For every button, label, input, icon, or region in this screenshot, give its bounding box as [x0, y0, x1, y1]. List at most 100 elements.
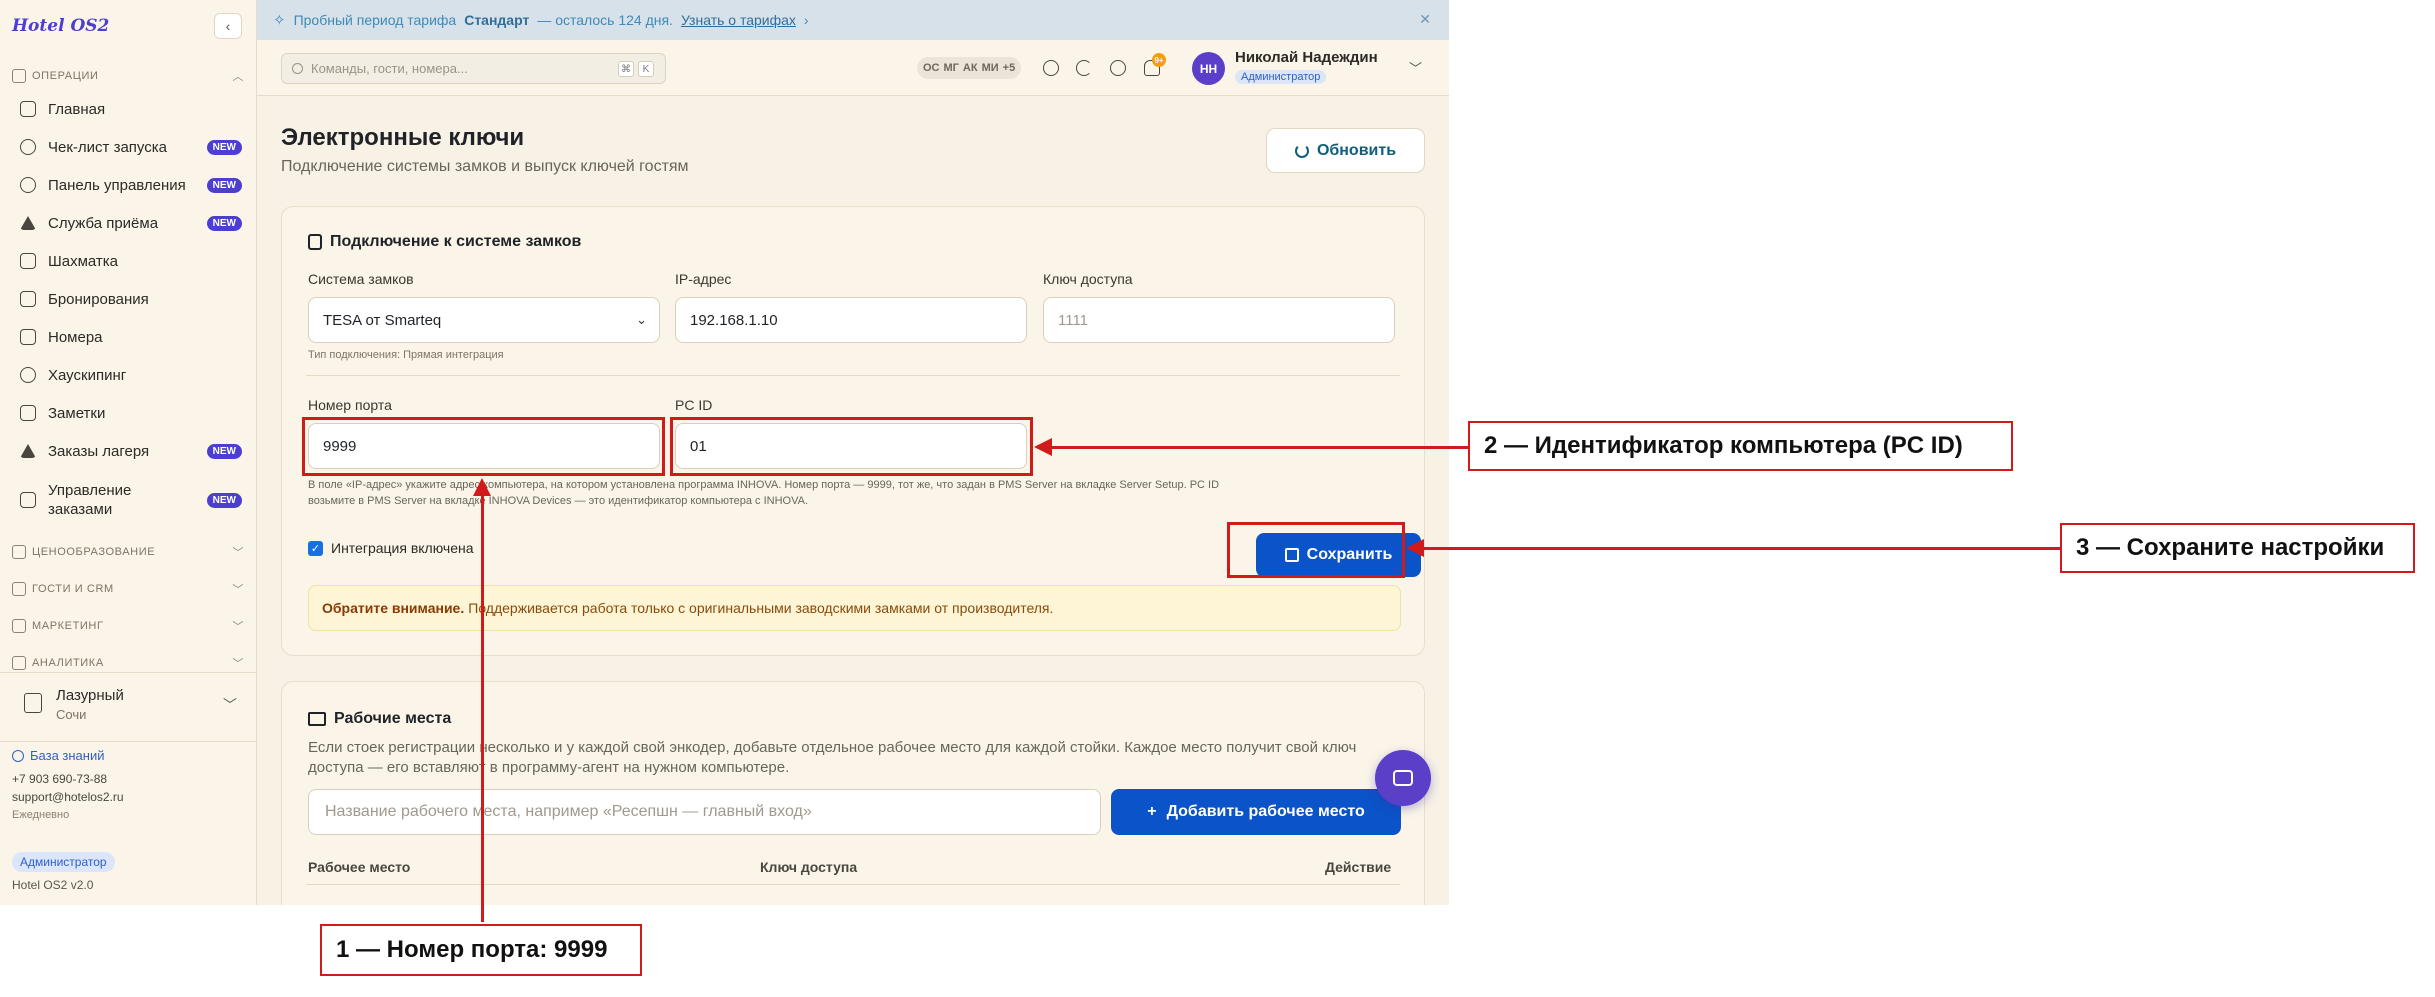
- users-icon: [12, 582, 26, 596]
- support-email[interactable]: support@hotelos2.ru: [12, 790, 124, 804]
- app-version: Hotel OS2 v2.0: [12, 878, 94, 892]
- integration-label: Интеграция включена: [331, 540, 474, 556]
- chevron-down-icon: ﹀: [232, 547, 244, 559]
- support-phone[interactable]: +7 903 690-73-88: [12, 772, 107, 786]
- arrow-3-head: [1406, 539, 1424, 557]
- hotel-switcher[interactable]: Лазурный Сочи ﹀: [0, 672, 257, 742]
- section-analytics[interactable]: АНАЛИТИКА ﹀: [12, 656, 244, 670]
- lock-system-select[interactable]: TESA от Smarteq ⌄: [308, 297, 660, 343]
- close-banner-icon[interactable]: ✕: [1419, 11, 1431, 28]
- user-role-badge: Администратор: [1235, 70, 1327, 84]
- chevron-down-icon: ﹀: [232, 584, 244, 596]
- section-label: ОПЕРАЦИИ: [32, 70, 99, 82]
- sidebar-item-housekeeping[interactable]: Хаускипинг: [20, 360, 242, 390]
- grid-icon: [20, 101, 36, 117]
- plus-icon: +: [1147, 803, 1157, 820]
- chevron-down-icon: ﹀: [232, 658, 244, 670]
- command-search[interactable]: Команды, гости, номера... ⌘ K: [281, 53, 666, 84]
- sidebar-item-chessboard[interactable]: Шахматка: [20, 246, 242, 276]
- chat-button[interactable]: [1375, 750, 1431, 806]
- search-placeholder: Команды, гости, номера...: [311, 61, 468, 76]
- refresh-icon: [1294, 143, 1309, 158]
- chevron-down-icon: ﹀: [232, 621, 244, 633]
- chevron-down-icon[interactable]: ﹀: [1409, 58, 1422, 77]
- sidebar-item-home[interactable]: Главная: [20, 94, 242, 124]
- sidebar-item-order-management[interactable]: Управление заказами NEW: [20, 478, 242, 522]
- orders-icon: [20, 492, 36, 508]
- sidebar-item-launch-checklist[interactable]: Чек-лист запуска NEW: [20, 132, 242, 162]
- refresh-label: Обновить: [1316, 141, 1397, 159]
- section-pricing[interactable]: ЦЕНООБРАЗОВАНИЕ ﹀: [12, 544, 244, 560]
- sidebar-item-front-desk[interactable]: Служба приёма NEW: [20, 208, 242, 238]
- arrow-2-line: [1050, 446, 1469, 449]
- section-label: ЦЕНООБРАЗОВАНИЕ: [32, 546, 156, 558]
- palette-button[interactable]: [1039, 56, 1063, 80]
- new-badge: NEW: [206, 177, 242, 193]
- integration-toggle[interactable]: ✓ Интеграция включена: [308, 540, 474, 556]
- analytics-icon: [12, 656, 26, 670]
- page-subtitle: Подключение системы замков и выпуск ключ…: [281, 158, 689, 175]
- clipboard-icon: [20, 291, 36, 307]
- role-badge: Администратор: [12, 852, 115, 872]
- note-icon: [20, 405, 36, 421]
- trial-prefix: Пробный период тарифа: [293, 12, 457, 28]
- megaphone-icon: [12, 619, 26, 633]
- arrow-3-line: [1422, 547, 2060, 550]
- section-operations[interactable]: ОПЕРАЦИИ ︿: [12, 68, 244, 84]
- notification-count: 9+: [1152, 53, 1166, 67]
- hotel-name: Лазурный: [56, 687, 124, 704]
- sidebar-item-label: Управление заказами: [48, 482, 132, 518]
- topbar: Команды, гости, номера... ⌘ K ОС МГ АК М…: [257, 40, 1449, 96]
- sidebar-item-label: Служба приёма: [48, 214, 159, 232]
- more-users-count: +5: [1002, 62, 1016, 74]
- lock-system-label: Система замков: [308, 271, 414, 287]
- section-marketing[interactable]: МАРКЕТИНГ ﹀: [12, 618, 244, 634]
- bell-service-icon: [20, 216, 36, 230]
- sidebar-item-rooms[interactable]: Номера: [20, 322, 242, 352]
- lock-icon: [308, 234, 322, 250]
- chevron-down-icon: ﹀: [223, 697, 237, 713]
- section-label: АНАЛИТИКА: [32, 657, 104, 669]
- help-button[interactable]: [1106, 56, 1130, 80]
- palette-icon: [1043, 60, 1059, 76]
- sidebar-item-label: Хаускипинг: [48, 366, 127, 384]
- checkbox-checked-icon[interactable]: ✓: [308, 540, 323, 556]
- add-workstation-button[interactable]: + Добавить рабочее место: [1111, 789, 1401, 835]
- pricing-link[interactable]: Узнать о тарифах: [681, 12, 796, 28]
- pricing-icon: [12, 545, 26, 559]
- sidebar-item-camp-orders[interactable]: Заказы лагеря NEW: [20, 436, 242, 466]
- avatar[interactable]: НН: [1192, 52, 1225, 85]
- warning-bold: Обратите внимание.: [322, 600, 465, 616]
- online-users[interactable]: ОС МГ АК МИ +5: [917, 57, 1022, 79]
- section-label: ГОСТИ И CRM: [32, 583, 114, 595]
- access-key-label: Ключ доступа: [1043, 271, 1133, 287]
- theme-toggle[interactable]: [1072, 56, 1096, 80]
- collapse-sidebar-button[interactable]: ‹: [214, 13, 242, 39]
- tent-icon: [20, 444, 36, 458]
- highlight-pcid: [670, 417, 1033, 476]
- callout-3: 3 — Сохраните настройки: [2060, 523, 2415, 573]
- workstation-name-input[interactable]: Название рабочего места, например «Ресеп…: [308, 789, 1101, 835]
- chevron-left-icon: ‹: [225, 18, 231, 34]
- sidebar-item-label: Чек-лист запуска: [48, 138, 167, 156]
- add-workstation-label: Добавить рабочее место: [1166, 803, 1365, 820]
- ip-address-input[interactable]: 192.168.1.10: [675, 297, 1027, 343]
- brand-logo[interactable]: Hotel OS2: [12, 16, 109, 36]
- highlight-save: [1227, 522, 1405, 578]
- section-guests-crm[interactable]: ГОСТИ И CRM ﹀: [12, 581, 244, 597]
- sidebar: Hotel OS2 ‹ ОПЕРАЦИИ ︿ Главная Чек-лист …: [0, 0, 257, 905]
- refresh-button[interactable]: Обновить: [1266, 128, 1425, 173]
- sidebar-item-notes[interactable]: Заметки: [20, 398, 242, 428]
- user-initials: МИ: [981, 62, 999, 74]
- knowledge-base-link[interactable]: База знаний: [12, 748, 105, 763]
- sidebar-item-dashboard[interactable]: Панель управления NEW: [20, 170, 242, 200]
- access-key-input[interactable]: 1111: [1043, 297, 1395, 343]
- new-badge: NEW: [206, 492, 242, 508]
- highlight-port: [302, 417, 665, 476]
- page-title: Электронные ключи: [281, 124, 525, 151]
- sidebar-item-label: Бронирования: [48, 290, 149, 308]
- user-name[interactable]: Николай Надеждин: [1235, 49, 1378, 66]
- notifications-button[interactable]: 9+: [1140, 53, 1166, 80]
- column-header-action: Действие: [1325, 859, 1392, 875]
- sidebar-item-bookings[interactable]: Бронирования: [20, 284, 242, 314]
